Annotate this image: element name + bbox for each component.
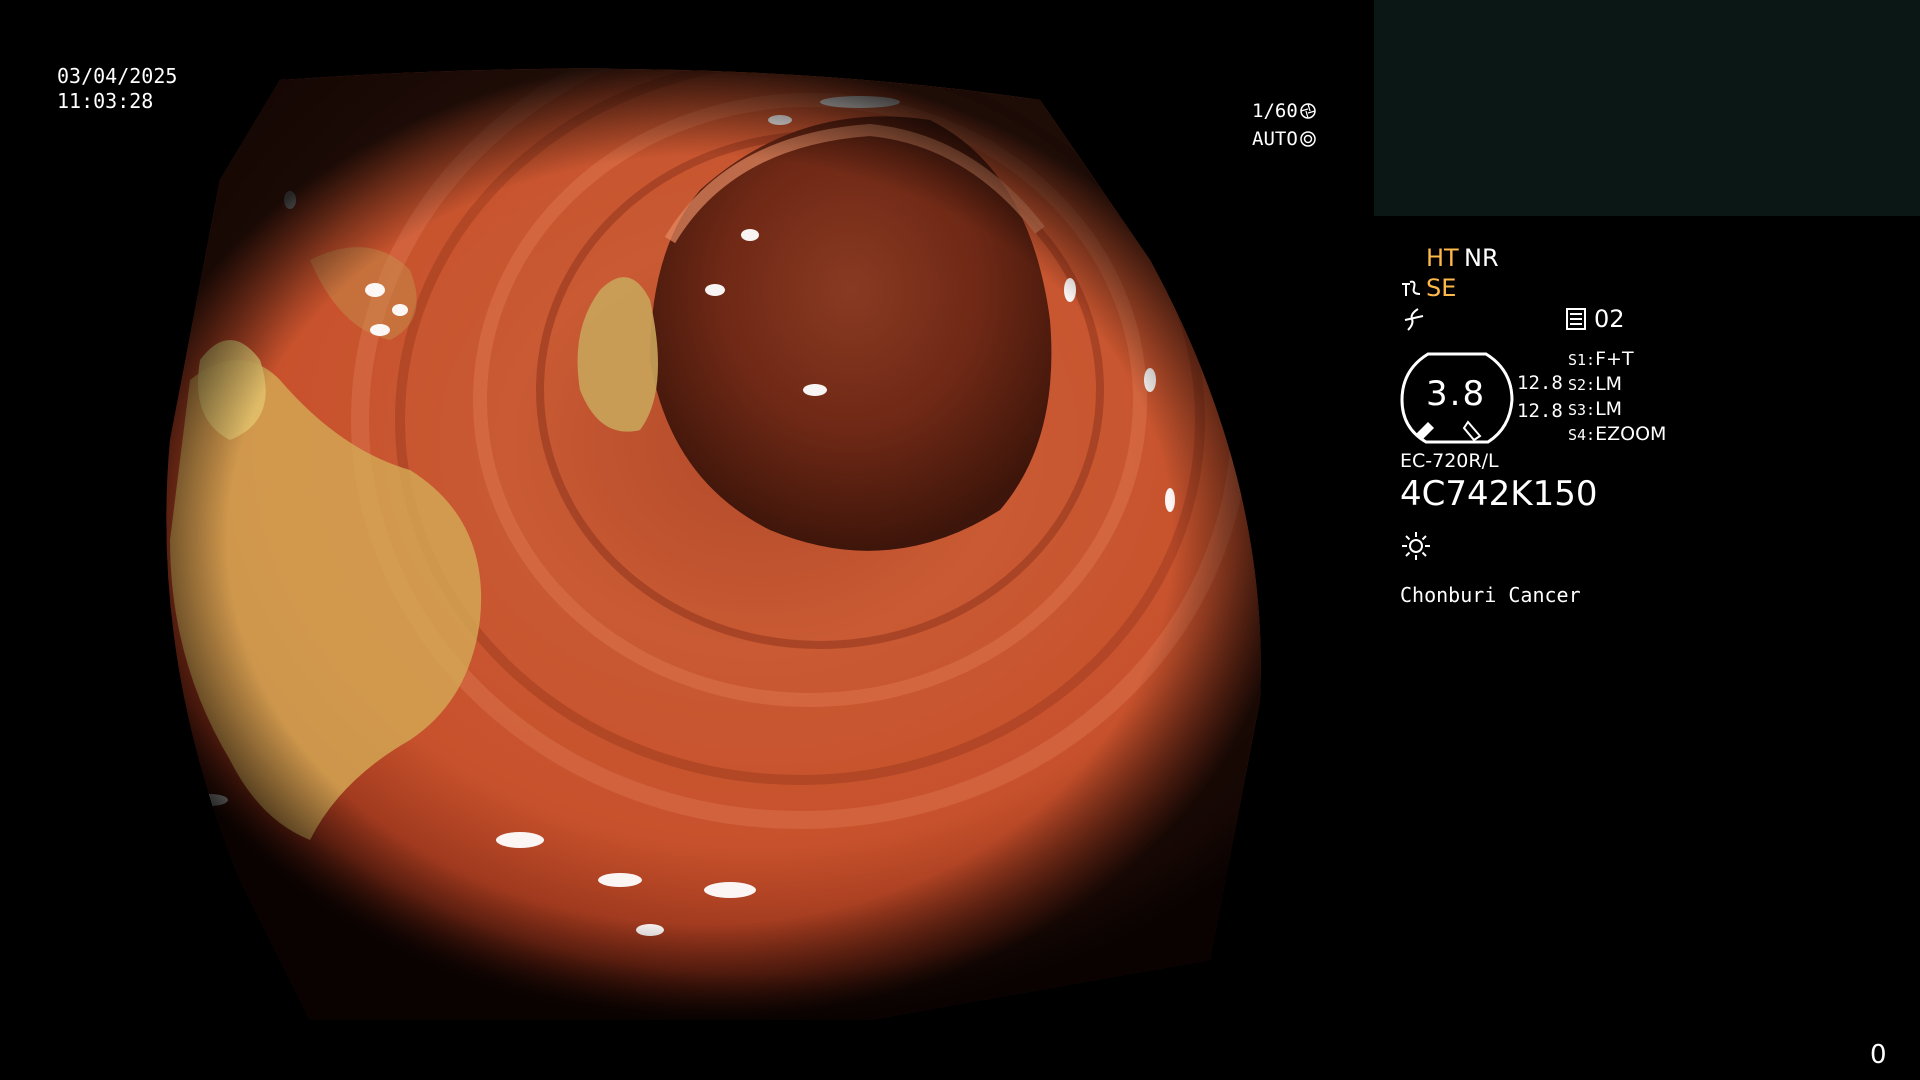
shutter-readout: 1/60 (1252, 100, 1316, 122)
setting-s3: S3:LM (1568, 398, 1622, 420)
iris-value: AUTO (1252, 128, 1298, 150)
date-readout: 03/04/2025 (57, 64, 178, 88)
enhancement-icon (1402, 280, 1421, 296)
value-a: 12.8 (1517, 372, 1563, 394)
shutter-icon (1300, 103, 1316, 119)
shutter-value: 1/60 (1252, 100, 1298, 122)
record-icon (1566, 308, 1586, 330)
setting-label: S3: (1568, 401, 1596, 419)
setting-label: S1: (1568, 351, 1596, 369)
setting-value: LM (1595, 398, 1623, 420)
setting-s1: S1:F+T (1568, 348, 1634, 370)
nr-indicator: NR (1464, 244, 1499, 272)
setting-value: F+T (1595, 348, 1634, 370)
ht-indicator: HT (1426, 244, 1459, 272)
endoscopic-image (166, 68, 1261, 1020)
hospital-name: Chonburi Cancer (1400, 583, 1581, 607)
iris-icon (1300, 131, 1316, 147)
value-b: 12.8 (1517, 400, 1563, 422)
light-icon (1402, 532, 1430, 560)
setting-s4: S4:EZOOM (1568, 423, 1666, 445)
setting-label: S2: (1568, 376, 1596, 394)
setting-s2: S2:LM (1568, 373, 1622, 395)
image-counter: 0 (1870, 1040, 1887, 1070)
endoscopic-view (110, 60, 1290, 1020)
setting-label: S4: (1568, 426, 1596, 444)
iris-readout: AUTO (1252, 128, 1316, 150)
record-number: 02 (1594, 305, 1625, 333)
time-readout: 11:03:28 (57, 89, 154, 113)
setting-value: EZOOM (1595, 423, 1667, 445)
scope-serial: 4C742K150 (1400, 474, 1598, 514)
gauge-value: 3.8 (1426, 374, 1487, 414)
se-indicator: SE (1426, 274, 1457, 302)
freeze-icon (1404, 308, 1424, 331)
setting-value: LM (1595, 373, 1623, 395)
thumbnail-panel (1374, 0, 1920, 216)
scope-model: EC-720R/L (1400, 450, 1499, 472)
